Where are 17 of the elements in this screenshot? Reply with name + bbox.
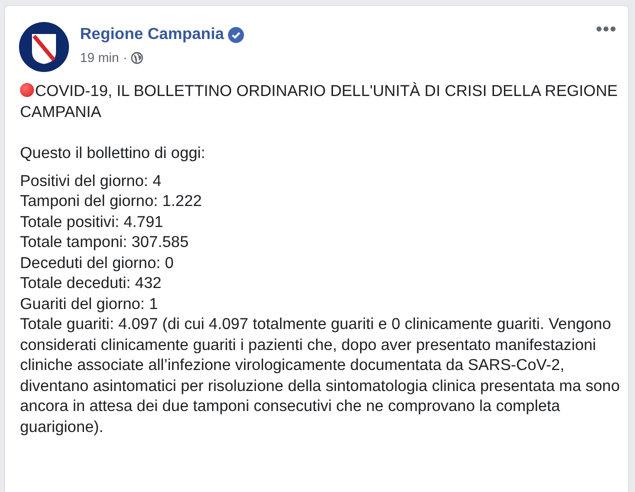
post-title: COVID-19, IL BOLLETTINO ORDINARIO DELL'UNITÀ DI CRISI DELLA REGIONE CAMPANIA: [20, 82, 619, 122]
timestamp-link[interactable]: 19 min: [80, 50, 120, 65]
stat-line: Guariti del giorno: 1: [20, 294, 159, 314]
stat-line: Positivi del giorno: 4: [20, 172, 162, 192]
stat-line: Tamponi del giorno: 1.222: [20, 192, 203, 212]
stat-line: Totale deceduti: 432: [20, 274, 162, 294]
intro-text: Questo il bollettino di oggi:: [20, 144, 206, 164]
globe-icon[interactable]: [131, 52, 144, 64]
stat-line: Totale positivi: 4.791: [20, 212, 164, 232]
circle-emoji-icon: [20, 83, 34, 97]
stat-line: Totale tamponi: 307.585: [20, 233, 190, 253]
avatar-icon[interactable]: [19, 22, 69, 72]
separator-dot: ·: [123, 50, 128, 65]
note-text: Totale guariti: 4.097 (di cui 4.097 totalmente guariti e 0 clinicamente guariti. Vengono considerati clinicamente guariti i pazienti che, dopo aver presentato manifestazioni cliniche associate all’infezione virologicamente documentata da SARS-CoV-2, diventano asintomatici per risoluzione della sintomatologia clinica presentata ma sono ancora in attesa dei due tamponi consecutivi che ne comprovano la completa guarigione).: [20, 315, 620, 438]
more-options-icon[interactable]: [596, 26, 616, 32]
stat-line: Deceduti del giorno: 0: [20, 254, 175, 274]
author-link[interactable]: Regione Campania: [80, 24, 224, 45]
